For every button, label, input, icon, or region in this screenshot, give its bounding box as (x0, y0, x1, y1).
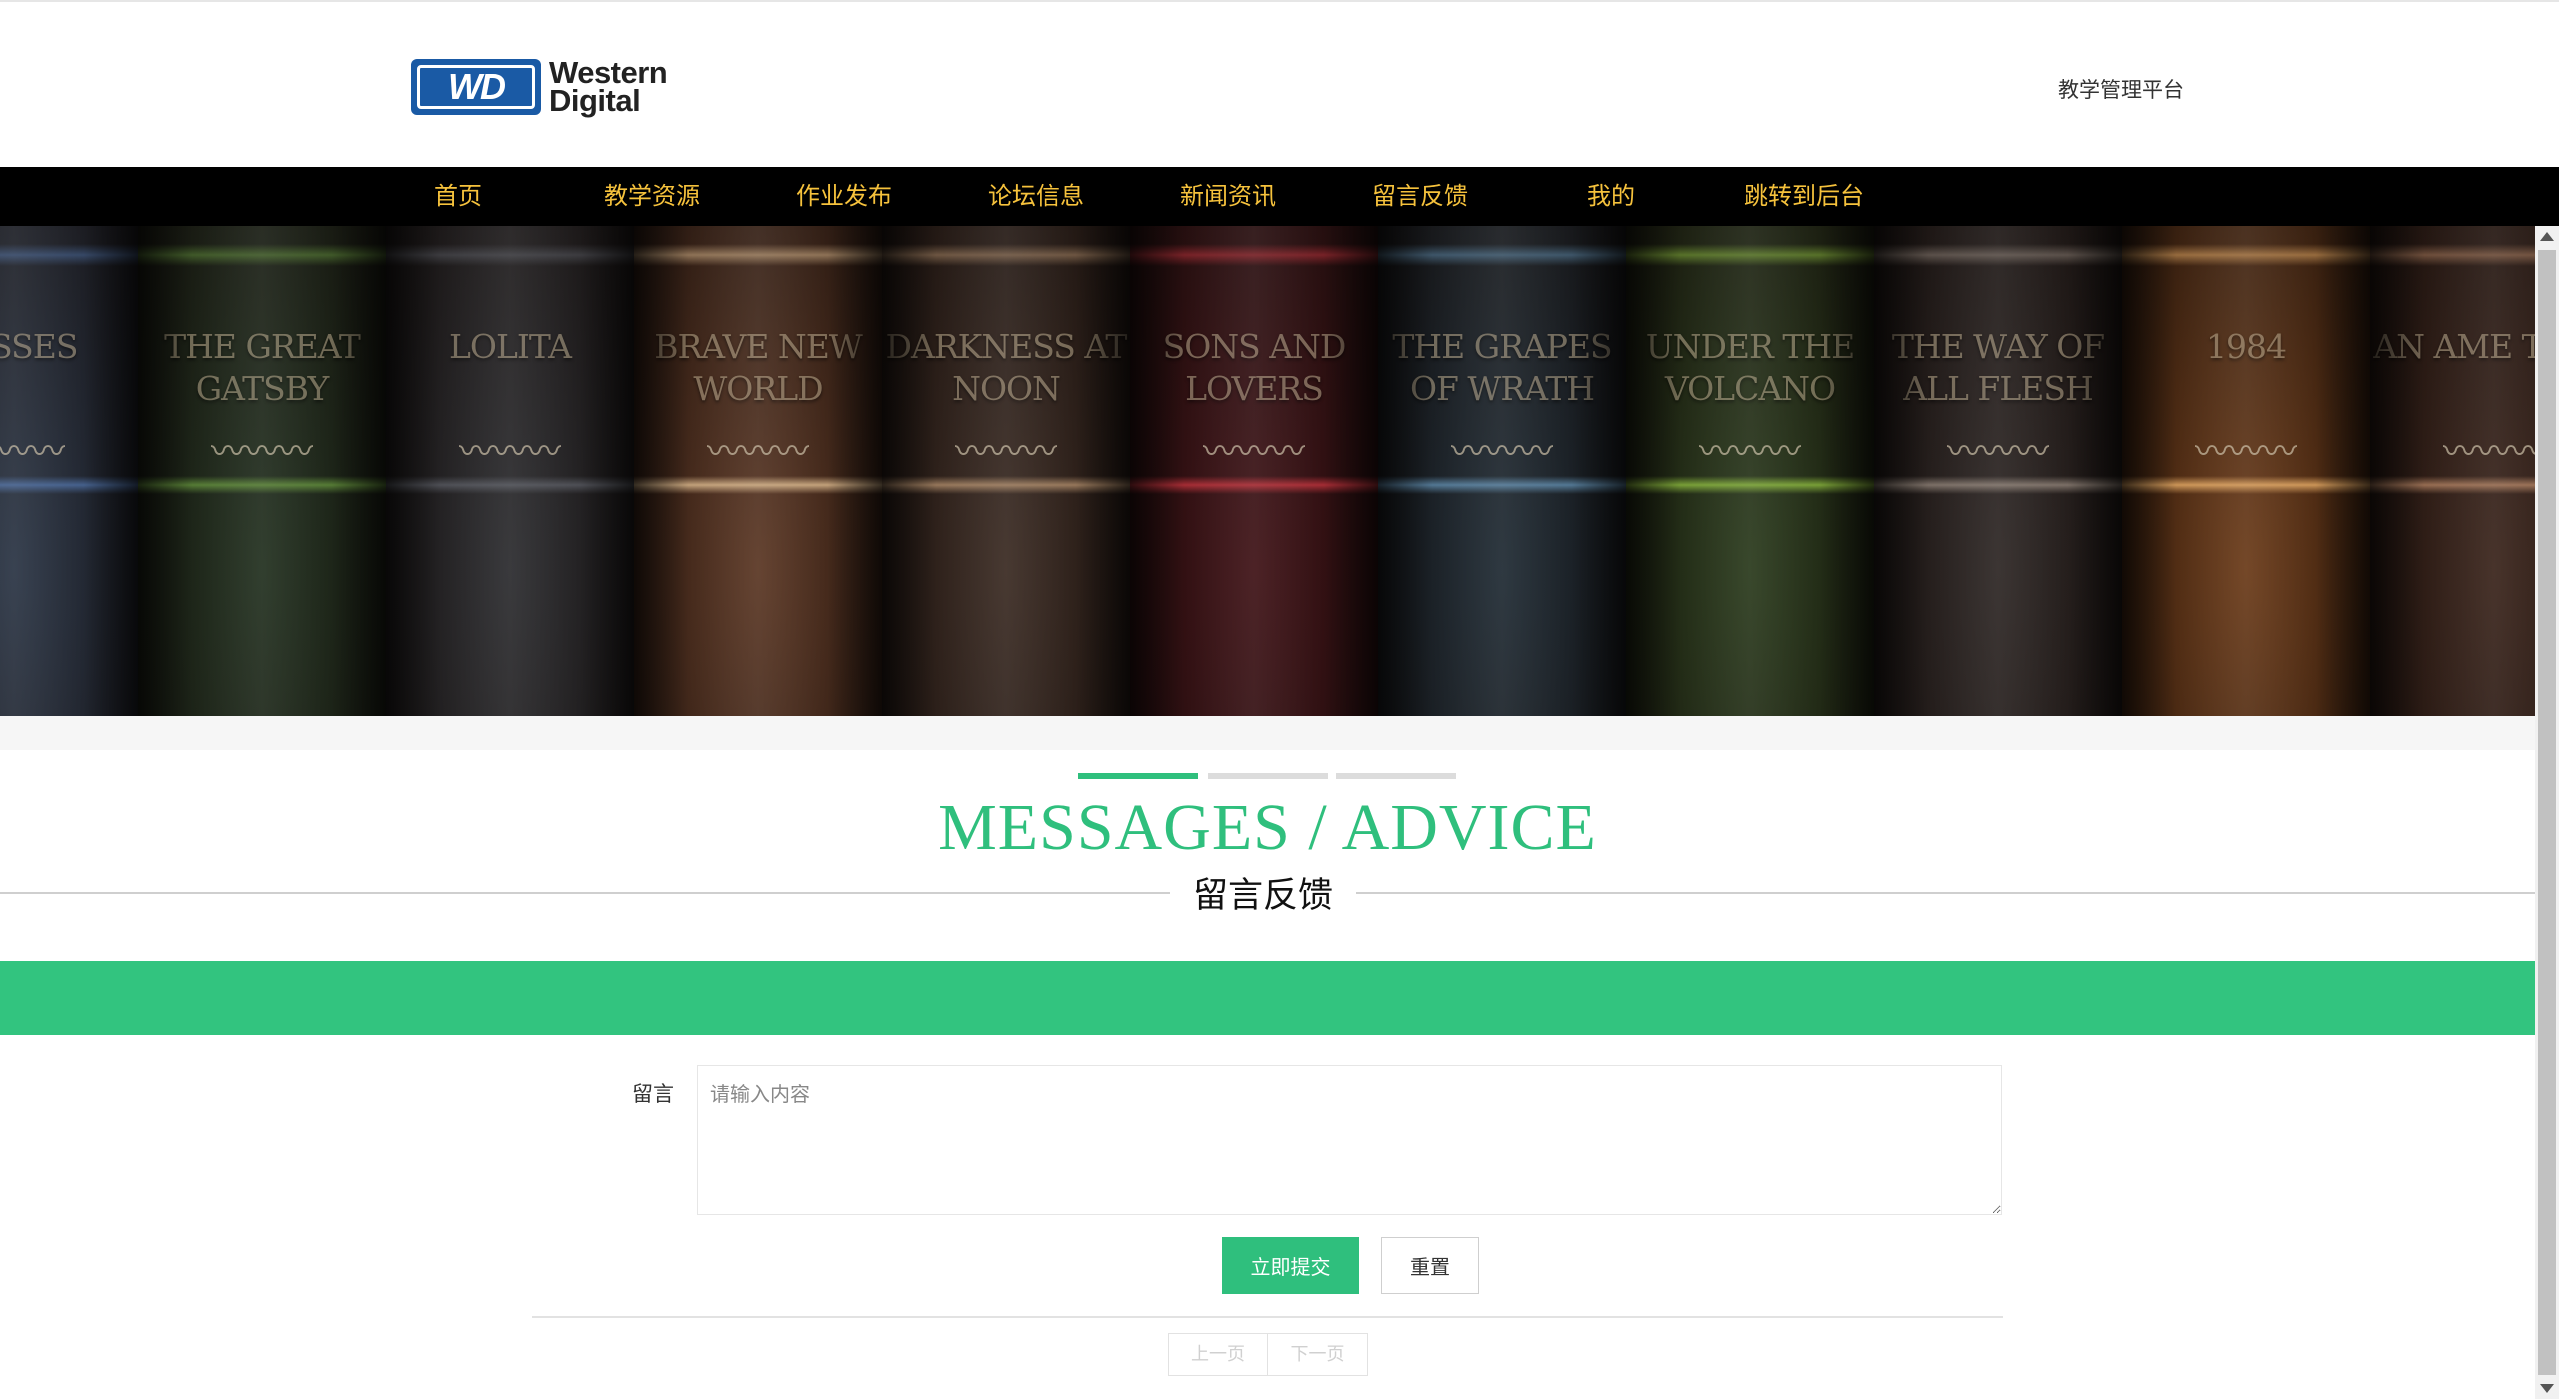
book-spine: THE GRAPES OF WRATH 〰〰〰 (1378, 226, 1626, 716)
book-spine-title: AN AME TRAG (2373, 327, 2535, 366)
nav-item-home[interactable]: 首页 (434, 167, 482, 226)
book-spine-band (1874, 244, 2122, 266)
main-nav: 首页 教学资源 作业发布 论坛信息 新闻资讯 留言反馈 我的 跳转到后台 (0, 167, 2559, 226)
book-spine-band (634, 244, 882, 266)
book-spine-band (1130, 244, 1378, 266)
book-spine-band (386, 476, 634, 494)
flourish-ornament-icon: 〰〰〰 (0, 432, 65, 472)
book-spine-band (1626, 476, 1874, 494)
book-spine-title: LYSSES (0, 327, 78, 366)
book-spine: AN AME TRAG 〰〰〰 (2370, 226, 2535, 716)
book-spine: THE WAY OF ALL FLESH 〰〰〰 (1874, 226, 2122, 716)
book-spine-title: THE GREAT GATSBY (164, 327, 361, 408)
flourish-ornament-icon: 〰〰〰 (1203, 432, 1305, 472)
prev-page-button[interactable]: 上一页 (1168, 1333, 1268, 1376)
carousel-indicator-active[interactable] (1078, 773, 1198, 779)
reset-button[interactable]: 重置 (1381, 1237, 1479, 1294)
submit-button[interactable]: 立即提交 (1222, 1237, 1359, 1294)
book-spine-band (2122, 476, 2370, 494)
western-digital-logo[interactable]: WD Western Digital (411, 56, 668, 118)
book-spine-band (1626, 244, 1874, 266)
book-spine-band (1378, 244, 1626, 266)
book-spine-band (1378, 476, 1626, 494)
flourish-ornament-icon: 〰〰〰 (1699, 432, 1801, 472)
logo-wordmark-line2: Digital (549, 83, 641, 118)
book-spine-band (1874, 476, 2122, 494)
book-spine-title: THE GRAPES OF WRATH (1392, 327, 1612, 408)
book-spine: LYSSES 〰〰〰 (0, 226, 138, 716)
section-title: MESSAGES / ADVICE (938, 791, 1597, 864)
nav-item-teaching-resources[interactable]: 教学资源 (604, 167, 700, 226)
flourish-ornament-icon: 〰〰〰 (2443, 432, 2535, 472)
logo-wordmark: Western Digital (549, 57, 668, 118)
book-spine-band (386, 244, 634, 266)
book-spine-title: THE WAY OF ALL FLESH (1891, 327, 2105, 408)
book-spine-band (2370, 476, 2535, 494)
nav-item-admin[interactable]: 跳转到后台 (1744, 167, 1864, 226)
nav-item-feedback[interactable]: 留言反馈 (1372, 167, 1468, 226)
book-spine: DARKNESS AT NOON 〰〰〰 (882, 226, 1130, 716)
book-spine-title: BRAVE NEW WORLD (654, 327, 863, 408)
book-spine-title: SONS AND LOVERS (1162, 327, 1347, 408)
book-spine-title: DARKNESS AT NOON (885, 327, 1128, 408)
nav-item-mine[interactable]: 我的 (1587, 167, 1635, 226)
book-spine-title: 1984 (2206, 327, 2287, 366)
book-spine: 1984 〰〰〰 (2122, 226, 2370, 716)
platform-title: 教学管理平台 (2058, 78, 2184, 102)
nav-item-forum[interactable]: 论坛信息 (988, 167, 1084, 226)
flourish-ornament-icon: 〰〰〰 (1947, 432, 2049, 472)
message-label: 留言 (632, 1082, 674, 1106)
book-spine: THE GREAT GATSBY 〰〰〰 (138, 226, 386, 716)
message-textarea[interactable] (697, 1065, 2002, 1215)
green-banner-band (0, 961, 2535, 1035)
flourish-ornament-icon: 〰〰〰 (211, 432, 313, 472)
flourish-ornament-icon: 〰〰〰 (707, 432, 809, 472)
site-header: WD Western Digital 教学管理平台 (0, 2, 2559, 167)
wd-logo-badge: WD (411, 59, 541, 115)
book-spine: LOLITA 〰〰〰 (386, 226, 634, 716)
scroll-down-arrow-icon[interactable] (2540, 1384, 2554, 1393)
book-spine-band (0, 244, 138, 266)
flourish-ornament-icon: 〰〰〰 (2195, 432, 2297, 472)
banner-carousel[interactable]: LYSSES〰〰〰THE GREAT GATSBY〰〰〰LOLITA〰〰〰BRA… (0, 226, 2535, 716)
book-spine: UNDER THE VOLCANO 〰〰〰 (1626, 226, 1874, 716)
book-spine-band (882, 244, 1130, 266)
book-spine: SONS AND LOVERS 〰〰〰 (1130, 226, 1378, 716)
book-spine-band (138, 244, 386, 266)
book-spine-band (2370, 244, 2535, 266)
pagination: 上一页 下一页 (1168, 1333, 1368, 1376)
book-spine-band (882, 476, 1130, 494)
book-spine-band (138, 476, 386, 494)
book-spine-band (2122, 244, 2370, 266)
wd-logo-mark: WD (417, 65, 535, 109)
next-page-button[interactable]: 下一页 (1268, 1333, 1368, 1376)
section-subtitle: 留言反馈 (1170, 867, 1356, 918)
carousel-indicator[interactable] (1208, 773, 1328, 779)
flourish-ornament-icon: 〰〰〰 (459, 432, 561, 472)
book-spine: BRAVE NEW WORLD 〰〰〰 (634, 226, 882, 716)
book-spine-title: LOLITA (449, 327, 572, 366)
carousel-indicator[interactable] (1336, 773, 1456, 779)
book-spine-band (1130, 476, 1378, 494)
nav-item-news[interactable]: 新闻资讯 (1180, 167, 1276, 226)
scrollbar-thumb[interactable] (2538, 250, 2556, 1375)
scroll-up-arrow-icon[interactable] (2540, 232, 2554, 241)
book-spine-band (634, 476, 882, 494)
nav-item-assignments[interactable]: 作业发布 (796, 167, 892, 226)
form-divider (532, 1316, 2003, 1318)
book-spine-band (0, 476, 138, 494)
book-spine-title: UNDER THE VOLCANO (1645, 327, 1855, 408)
flourish-ornament-icon: 〰〰〰 (1451, 432, 1553, 472)
banner-bottom-strip (0, 716, 2535, 750)
flourish-ornament-icon: 〰〰〰 (955, 432, 1057, 472)
